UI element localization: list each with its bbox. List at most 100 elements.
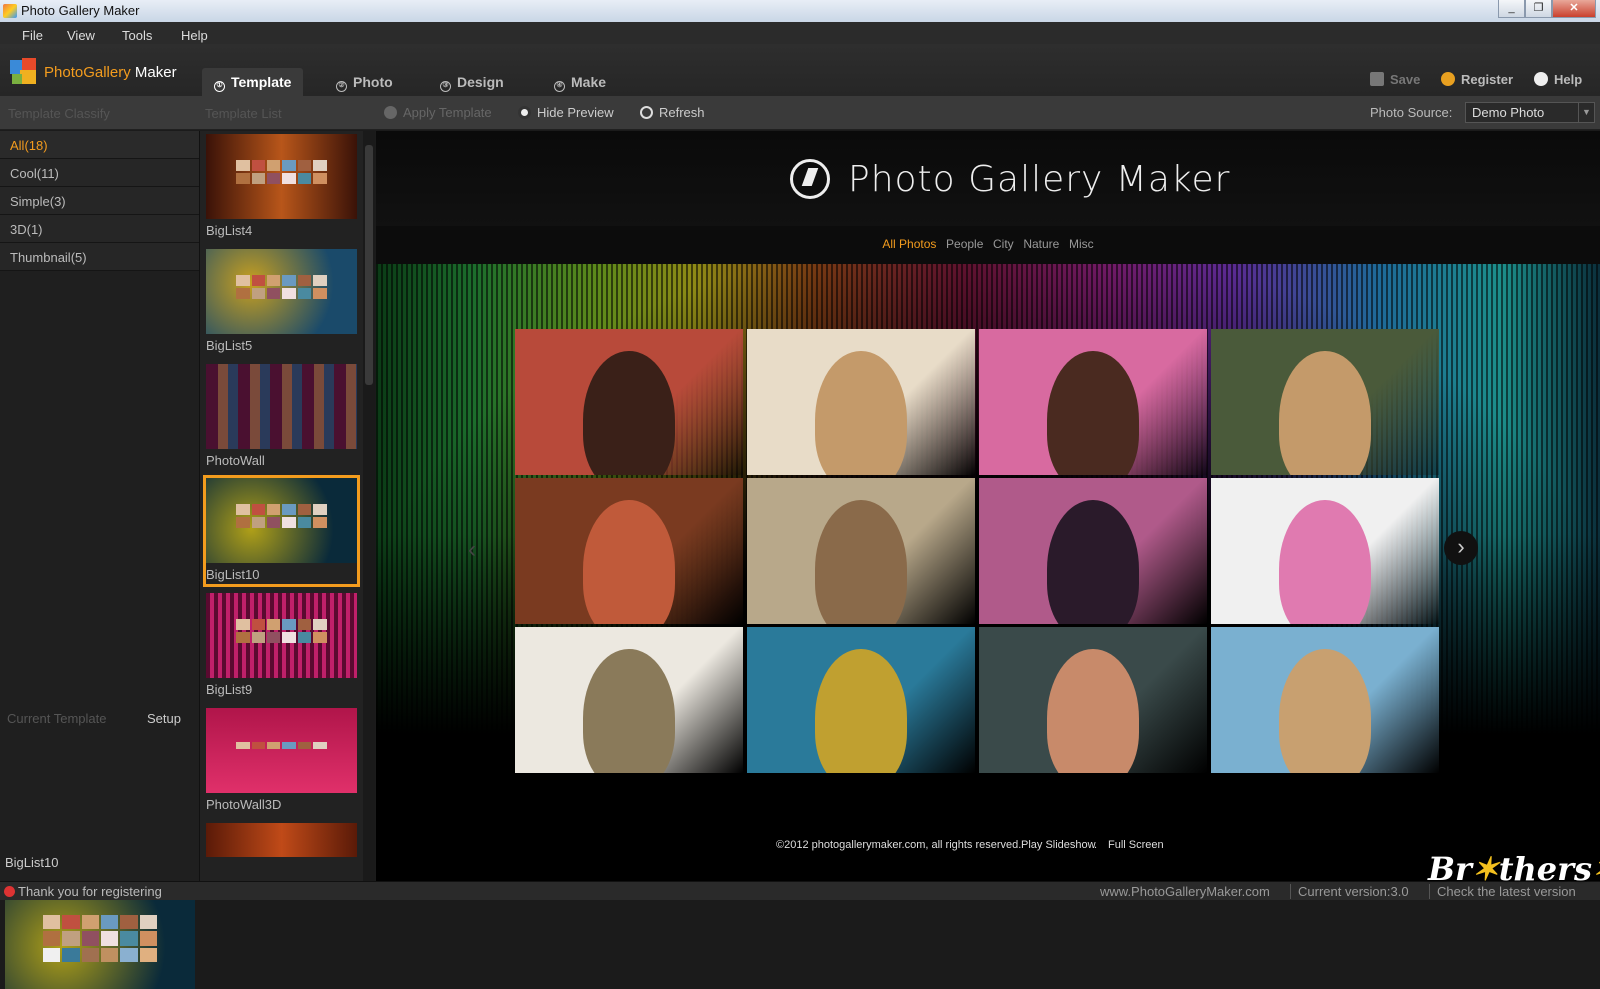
template-name: BigList9 bbox=[206, 682, 253, 697]
photo-subject bbox=[583, 350, 675, 475]
gallery-photo[interactable] bbox=[747, 478, 975, 624]
previous-arrow-icon[interactable]: ‹ bbox=[468, 536, 476, 564]
template-item[interactable]: BigList9 bbox=[203, 590, 360, 702]
gallery-photo[interactable] bbox=[515, 478, 743, 624]
classify-thumbnail[interactable]: Thumbnail(5) bbox=[0, 243, 199, 271]
classify-simple[interactable]: Simple(3) bbox=[0, 187, 199, 215]
photo-subject bbox=[1047, 350, 1139, 475]
template-name: PhotoWall bbox=[206, 453, 265, 468]
template-item[interactable]: BigList5 bbox=[203, 246, 360, 358]
gallery-photo[interactable] bbox=[747, 329, 975, 475]
apply-template-button[interactable]: Apply Template bbox=[384, 105, 492, 120]
nav-people[interactable]: People bbox=[946, 237, 983, 251]
photo-subject bbox=[1279, 648, 1371, 773]
play-slideshow-link[interactable]: Play Slideshow bbox=[1021, 839, 1096, 851]
logo-text-part1: PhotoGallery bbox=[44, 64, 131, 81]
photo-source-value: Demo Photo bbox=[1472, 105, 1545, 120]
menu-bar: File View Tools Help bbox=[0, 22, 1600, 44]
current-template-name: BigList10 bbox=[5, 855, 59, 870]
tab-design-label: Design bbox=[457, 74, 504, 90]
photo-source-select[interactable]: Demo Photo ▼ bbox=[1465, 102, 1595, 123]
hide-preview-button[interactable]: Hide Preview bbox=[518, 105, 614, 120]
nav-nature[interactable]: Nature bbox=[1023, 237, 1059, 251]
scrollbar-thumb[interactable] bbox=[365, 145, 373, 385]
close-button[interactable]: ✕ bbox=[1552, 0, 1596, 18]
website-link[interactable]: www.PhotoGalleryMaker.com bbox=[1100, 884, 1270, 899]
window-title: Photo Gallery Maker bbox=[21, 3, 140, 18]
photo-subject bbox=[1047, 499, 1139, 624]
menu-help[interactable]: Help bbox=[181, 25, 208, 43]
photo-subject bbox=[815, 350, 907, 475]
preview-footer: ©2012 photogallerymaker.com, all rights … bbox=[376, 831, 1600, 861]
gallery-photo[interactable] bbox=[1211, 478, 1439, 624]
chevron-down-icon[interactable]: ▼ bbox=[1578, 103, 1594, 122]
template-thumbnail bbox=[206, 478, 357, 563]
template-thumbnail bbox=[206, 823, 357, 857]
nav-all-photos[interactable]: All Photos bbox=[882, 237, 936, 251]
template-item[interactable]: PhotoWall bbox=[203, 361, 360, 473]
template-list-header: Template List bbox=[205, 106, 282, 121]
window-controls: _ ❐ ✕ bbox=[1498, 0, 1596, 18]
classify-3d[interactable]: 3D(1) bbox=[0, 215, 199, 243]
tab-template-label: Template bbox=[231, 74, 292, 90]
classify-cool[interactable]: Cool(11) bbox=[0, 159, 199, 187]
gallery-photo[interactable] bbox=[979, 627, 1207, 773]
full-screen-link[interactable]: Full Screen bbox=[1108, 839, 1164, 851]
current-version: Current version:3.0 bbox=[1298, 884, 1409, 899]
tab-make-label: Make bbox=[571, 74, 607, 90]
help-icon bbox=[1534, 72, 1548, 86]
footer-separator: . bbox=[1094, 839, 1098, 851]
menu-file[interactable]: File bbox=[22, 25, 43, 43]
tab-make[interactable]: ④ Make bbox=[542, 68, 618, 96]
gallery-photo[interactable] bbox=[747, 627, 975, 773]
save-label: Save bbox=[1390, 72, 1421, 87]
template-item[interactable] bbox=[203, 820, 360, 860]
template-classify-panel: All(18) Cool(11) Simple(3) 3D(1) Thumbna… bbox=[0, 131, 200, 989]
photo-subject bbox=[1279, 499, 1371, 624]
menu-view[interactable]: View bbox=[67, 25, 95, 43]
gallery-photo[interactable] bbox=[515, 627, 743, 773]
minimize-button[interactable]: _ bbox=[1498, 0, 1525, 18]
sub-toolbar: Template Classify Template List Apply Te… bbox=[0, 96, 1600, 130]
gallery-photo[interactable] bbox=[979, 329, 1207, 475]
tab-template[interactable]: ① Template bbox=[202, 68, 304, 96]
aperture-icon bbox=[790, 159, 830, 199]
gallery-photo[interactable] bbox=[1211, 627, 1439, 773]
tab-design[interactable]: ③ Design bbox=[428, 68, 516, 96]
app-icon bbox=[3, 4, 17, 18]
photo-subject bbox=[815, 499, 907, 624]
register-icon bbox=[1441, 72, 1455, 86]
main-toolbar: PhotoGallery Maker ① Template ② Photo ③ Des… bbox=[0, 44, 1600, 96]
tab-photo[interactable]: ② Photo bbox=[324, 68, 405, 96]
maximize-button[interactable]: ❐ bbox=[1525, 0, 1552, 18]
help-button[interactable]: Help bbox=[1534, 72, 1582, 92]
photo-subject bbox=[1047, 648, 1139, 773]
next-arrow-icon[interactable]: › bbox=[1444, 531, 1478, 565]
register-button[interactable]: Register bbox=[1441, 72, 1513, 92]
gallery-photo[interactable] bbox=[979, 478, 1207, 624]
radio-icon bbox=[518, 106, 531, 119]
template-item-selected[interactable]: BigList10 bbox=[203, 475, 360, 587]
save-button[interactable]: Save bbox=[1370, 72, 1420, 92]
gallery-photo[interactable] bbox=[515, 329, 743, 475]
classify-all[interactable]: All(18) bbox=[0, 131, 199, 159]
template-list-scrollbar[interactable] bbox=[363, 131, 375, 881]
info-icon bbox=[4, 886, 15, 897]
template-thumbnail bbox=[206, 249, 357, 334]
nav-misc[interactable]: Misc bbox=[1069, 237, 1094, 251]
menu-tools[interactable]: Tools bbox=[122, 25, 152, 43]
preview-title: Photo Gallery Maker bbox=[848, 159, 1231, 200]
apply-template-label: Apply Template bbox=[403, 105, 492, 120]
gallery-photo[interactable] bbox=[1211, 329, 1439, 475]
setup-button[interactable]: Setup bbox=[147, 711, 181, 726]
template-classify-header: Template Classify bbox=[8, 106, 110, 121]
template-item[interactable]: BigList4 bbox=[203, 131, 360, 243]
template-item[interactable]: PhotoWall3D bbox=[203, 705, 360, 817]
design-tab-icon: ③ bbox=[440, 81, 451, 92]
template-thumbnail bbox=[206, 364, 357, 449]
template-thumbnail bbox=[206, 593, 357, 678]
nav-city[interactable]: City bbox=[993, 237, 1014, 251]
preview-nav: All Photos People City Nature Misc bbox=[376, 226, 1600, 264]
refresh-button[interactable]: Refresh bbox=[640, 105, 705, 120]
template-name: BigList10 bbox=[206, 567, 260, 582]
